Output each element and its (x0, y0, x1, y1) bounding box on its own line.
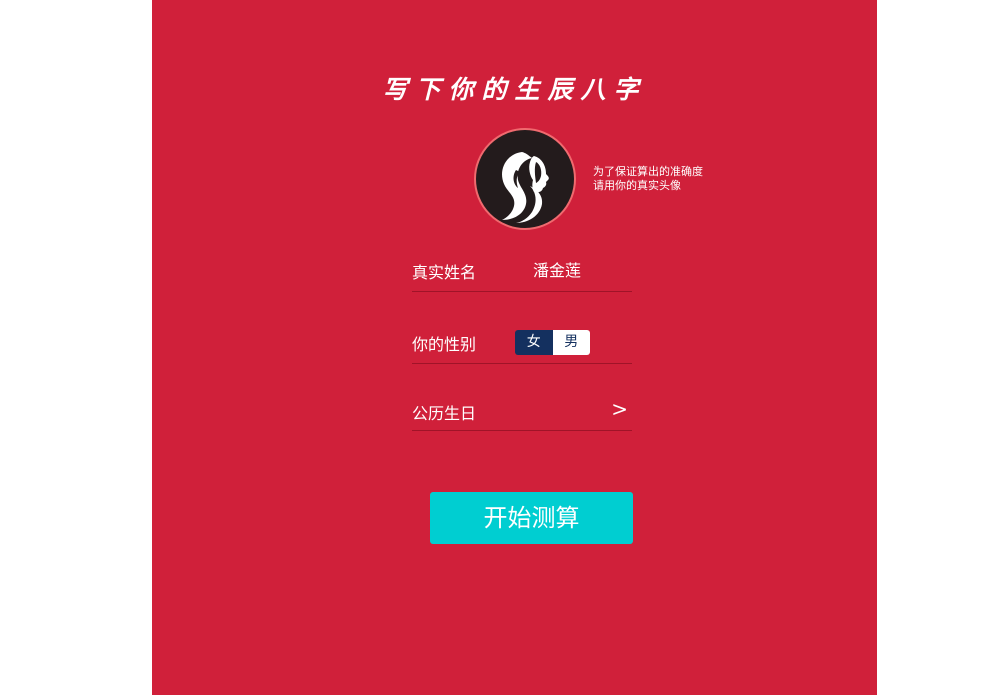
gender-option-female[interactable]: 女 (515, 330, 553, 355)
birthday-label: 公历生日 (412, 404, 477, 423)
avatar-hint-line2: 请用你的真实头像 (593, 179, 681, 192)
page-panel: 写下你的生辰八字 为了保证算出的准确度 请用你的真实头像 真实姓名 你的性别 女… (152, 0, 877, 695)
page-title: 写下你的生辰八字 (382, 75, 647, 104)
avatar-hint-line1: 为了保证算出的准确度 (593, 165, 703, 178)
gender-label: 你的性别 (412, 335, 477, 354)
chevron-right-icon: > (611, 397, 628, 421)
woman-silhouette-icon (502, 152, 549, 223)
birthday-row[interactable]: 公历生日 > (412, 395, 632, 431)
gender-option-male[interactable]: 男 (552, 330, 590, 355)
avatar-hint: 为了保证算出的准确度 请用你的真实头像 (593, 165, 703, 193)
name-input[interactable] (533, 259, 628, 278)
name-label: 真实姓名 (412, 263, 477, 282)
gender-toggle[interactable]: 女 男 (515, 330, 590, 355)
avatar-upload[interactable] (474, 128, 576, 230)
gender-row: 你的性别 女 男 (412, 326, 632, 364)
name-row: 真实姓名 (412, 254, 632, 292)
start-button[interactable]: 开始测算 (430, 492, 633, 544)
